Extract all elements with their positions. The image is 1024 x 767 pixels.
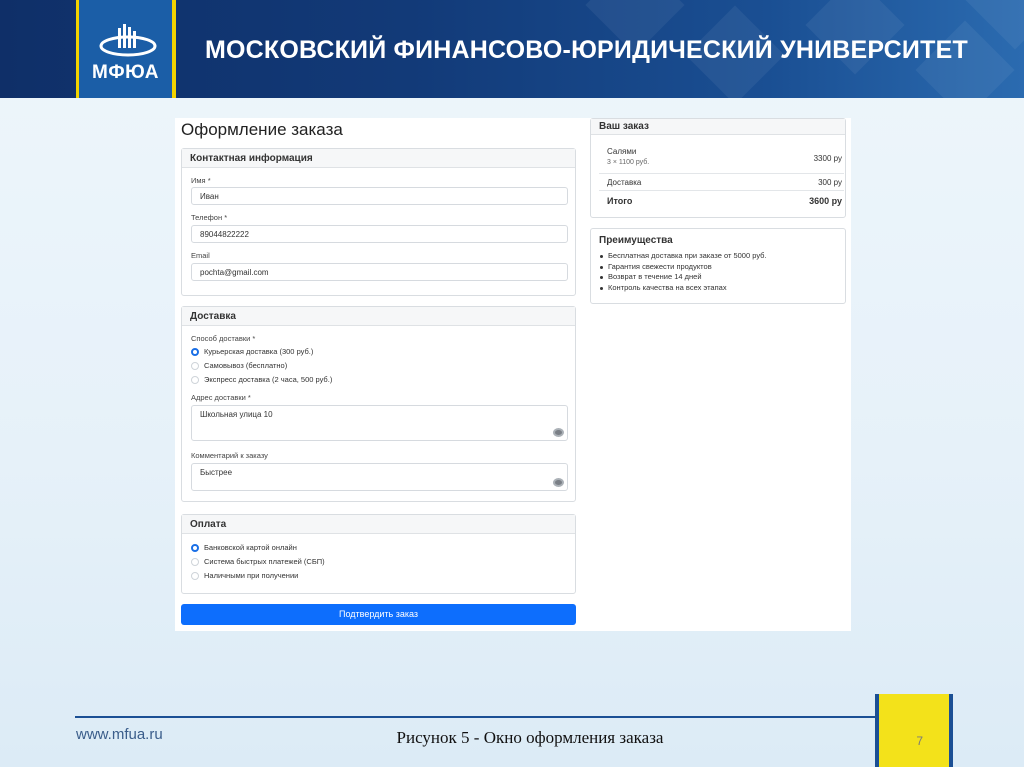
radio-selected-icon[interactable] [191, 347, 199, 356]
payment-option-card[interactable]: Банковской картой онлайн [191, 543, 297, 552]
university-title: МОСКОВСКИЙ ФИНАНСОВО-ЮРИДИЧЕСКИЙ УНИВЕРС… [205, 36, 968, 64]
benefit-item: Возврат в течение 14 дней [599, 272, 767, 283]
page-number-box: 7 [875, 694, 953, 767]
payment-option-label: Система быстрых платежей (СБП) [204, 557, 325, 566]
benefit-item: Контроль качества на всех этапах [599, 283, 767, 294]
page-title: Оформление заказа [181, 120, 343, 139]
logo-emblem-icon [99, 24, 157, 57]
total-label: Итого [607, 196, 633, 206]
delivery-card: Доставка Способ доставки * Курьерская до… [181, 306, 576, 502]
benefits-list: Бесплатная доставка при заказе от 5000 р… [599, 251, 767, 293]
benefits-card: Преимущества Бесплатная доставка при зак… [590, 228, 846, 304]
comment-value: Быстрее [200, 468, 233, 477]
resize-handle-icon[interactable] [553, 428, 564, 437]
payment-card: Оплата Банковской картой онлайн Система … [181, 514, 576, 594]
address-value: Школьная улица 10 [200, 410, 273, 419]
item-name: Салями [607, 147, 637, 156]
address-label: Адрес доставки * [191, 393, 251, 402]
name-label: Имя * [191, 176, 211, 185]
delivery-heading: Доставка [182, 307, 575, 326]
delivery-option-courier[interactable]: Курьерская доставка (300 руб.) [191, 347, 313, 356]
delivery-option-label: Самовывоз (бесплатно) [204, 361, 288, 370]
payment-heading: Оплата [182, 515, 575, 534]
email-label: Email [191, 251, 210, 260]
total-price: 3600 ру [809, 196, 842, 206]
email-field[interactable]: pochta@gmail.com [191, 263, 568, 281]
radio-icon[interactable] [191, 557, 199, 566]
item-detail: 3 × 1100 руб. [607, 159, 650, 166]
delivery-price: 300 ру [818, 178, 842, 187]
payment-option-label: Наличными при получении [204, 571, 299, 580]
delivery-option-label: Курьерская доставка (300 руб.) [204, 347, 314, 356]
phone-label: Телефон * [191, 213, 228, 222]
name-field[interactable]: Иван [191, 187, 568, 205]
delivery-label: Доставка [607, 178, 642, 187]
header-banner: МФЮА МОСКОВСКИЙ ФИНАНСОВО-ЮРИДИЧЕСКИЙ УН… [0, 0, 1024, 98]
payment-option-label: Банковской картой онлайн [204, 543, 297, 552]
confirm-order-button[interactable]: Подтвердить заказ [181, 604, 576, 625]
figure-caption: Рисунок 5 - Окно оформления заказа [396, 728, 664, 747]
website-link[interactable]: www.mfua.ru [76, 726, 163, 743]
item-price: 3300 ру [813, 154, 842, 163]
comment-label: Комментарий к заказу [191, 451, 268, 460]
delivery-option-pickup[interactable]: Самовывоз (бесплатно) [191, 361, 287, 370]
comment-field[interactable]: Быстрее [191, 463, 568, 491]
radio-icon[interactable] [191, 375, 199, 384]
benefit-item: Бесплатная доставка при заказе от 5000 р… [599, 251, 767, 262]
order-summary-card: Ваш заказ Салями 3 × 1100 руб. 3300 ру Д… [590, 118, 846, 218]
radio-icon[interactable] [191, 571, 199, 580]
payment-option-sbp[interactable]: Система быстрых платежей (СБП) [191, 557, 325, 566]
delivery-option-label: Экспресс доставка (2 часа, 500 руб.) [204, 375, 333, 384]
footer-line [75, 716, 875, 718]
page-number: 7 [916, 734, 923, 748]
benefits-heading: Преимущества [599, 235, 673, 246]
order-heading: Ваш заказ [591, 119, 845, 135]
radio-selected-icon[interactable] [191, 543, 199, 552]
divider [599, 173, 844, 174]
contact-card: Контактная информация Имя * Иван Телефон… [181, 148, 576, 296]
payment-option-cash[interactable]: Наличными при получении [191, 571, 298, 580]
delivery-option-express[interactable]: Экспресс доставка (2 часа, 500 руб.) [191, 375, 332, 384]
benefit-item: Гарантия свежести продуктов [599, 262, 767, 273]
university-logo: МФЮА [76, 0, 176, 98]
checkout-window: Оформление заказа Контактная информация … [175, 118, 851, 631]
contact-heading: Контактная информация [182, 149, 575, 168]
divider [599, 190, 844, 191]
phone-field[interactable]: 89044822222 [191, 225, 568, 243]
logo-text: МФЮА [92, 62, 159, 83]
resize-handle-icon[interactable] [553, 478, 564, 487]
radio-icon[interactable] [191, 361, 199, 370]
delivery-method-label: Способ доставки * [191, 334, 256, 343]
address-field[interactable]: Школьная улица 10 [191, 405, 568, 441]
